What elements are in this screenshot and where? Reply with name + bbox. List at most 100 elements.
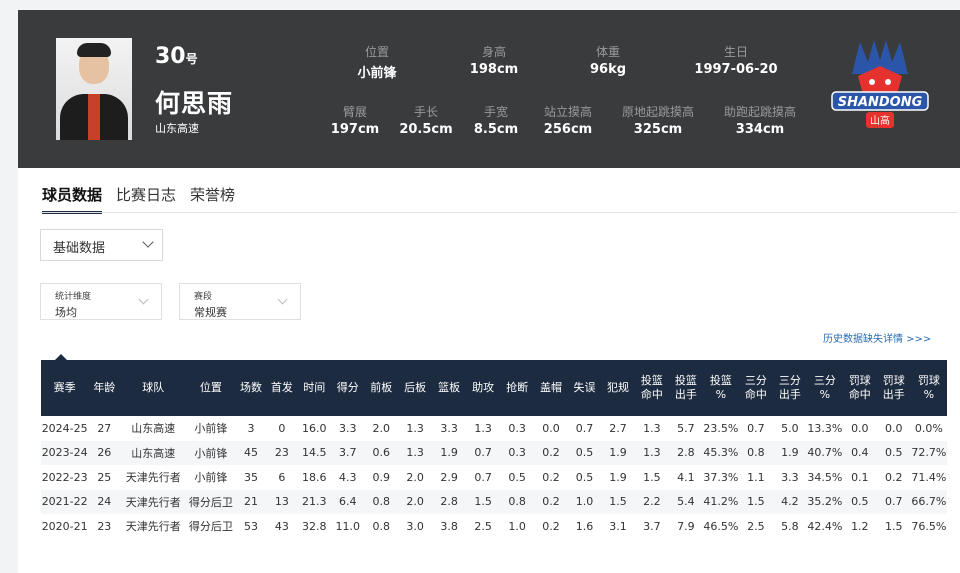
table-cell: 0.5 <box>508 470 526 484</box>
table-cell: 1.9 <box>772 440 807 465</box>
tab-divider <box>40 212 958 213</box>
table-cell: 23 <box>97 519 112 533</box>
table-cell: 14.5 <box>297 440 332 465</box>
column-header: 年龄 <box>88 360 121 416</box>
table-cell: 天津先行者 <box>125 520 181 534</box>
column-header: 时间 <box>297 360 332 416</box>
tab-bar: 球员数据 比赛日志 荣誉榜 <box>42 184 235 214</box>
table-cell: 0.0 <box>851 421 869 435</box>
table-cell: 0.2 <box>534 489 569 514</box>
table-cell: 0.3 <box>500 440 535 465</box>
table-cell: 21.3 <box>297 489 332 514</box>
column-header: 赛季 <box>41 360 89 416</box>
table-cell: 2023-24 <box>41 440 89 465</box>
table-cell: 40.7% <box>806 440 843 465</box>
table-cell: 0.5 <box>876 440 911 465</box>
table-cell: 3.1 <box>609 519 627 533</box>
table-cell: 45.3% <box>702 440 739 465</box>
player-name: 何思雨 <box>155 89 234 118</box>
table-cell: 71.4% <box>911 470 947 484</box>
table-cell: 天津先行者 <box>120 489 187 514</box>
table-cell: 0.8 <box>364 489 399 514</box>
filter-stage[interactable]: 赛段 常规赛 <box>179 283 301 320</box>
stat-birthday: 生日 1997-06-20 <box>694 45 778 77</box>
table-cell: 0.7 <box>747 421 765 435</box>
stat-hand-width: 手宽 8.5cm <box>473 105 519 137</box>
table-cell: 得分后卫 <box>188 520 233 534</box>
table-cell: 1.5 <box>738 489 773 514</box>
tab-honors[interactable]: 荣誉榜 <box>190 184 235 214</box>
table-cell: 6 <box>278 470 286 484</box>
filter-value: 场均 <box>55 306 77 319</box>
filter-stat-dimension[interactable]: 统计维度 场均 <box>40 283 162 320</box>
table-cell: 0.5 <box>568 440 601 465</box>
table-cell: 1.3 <box>634 440 669 465</box>
table-cell: 53 <box>244 519 258 533</box>
tab-player-stats[interactable]: 球员数据 <box>42 184 103 214</box>
table-cell: 66.7% <box>910 489 947 514</box>
table-cell: 72.7% <box>910 440 947 465</box>
tab-game-log[interactable]: 比赛日志 <box>116 184 176 214</box>
table-cell: 0.7 <box>575 421 594 435</box>
page: 30号 何思雨 山东高速 位置 小前锋 身高 198cm 体重 96kg 生日 1997… <box>18 0 960 573</box>
table-cell: 0.3 <box>508 421 526 435</box>
table-cell: 2022-23 <box>41 470 88 484</box>
column-header: 球队 <box>120 360 187 416</box>
column-header: 后板 <box>398 360 433 416</box>
table-cell: 0.6 <box>364 440 399 465</box>
table-cell: 13.3% <box>807 421 843 435</box>
table-cell: 0.2 <box>542 470 560 484</box>
table-cell: 3.8 <box>440 519 458 533</box>
column-header: 罚球 命中 <box>842 360 877 416</box>
history-missing-link[interactable]: 历史数据缺失详情 >>> <box>823 330 931 345</box>
table-cell: 42.4% <box>807 519 843 533</box>
filter-label: 统计维度 <box>55 292 92 302</box>
table-cell: 3.3 <box>339 421 357 435</box>
stat-hand-length: 手长 20.5cm <box>399 105 453 137</box>
table-cell: 1.5 <box>885 519 903 533</box>
table-cell: 2024-25 <box>41 421 88 435</box>
column-header: 失误 <box>568 360 601 416</box>
table-cell: 0.2 <box>885 470 903 484</box>
table-cell: 35 <box>244 470 258 484</box>
stat-height: 身高 198cm <box>469 45 519 77</box>
table-cell: 46.5% <box>703 519 739 533</box>
table-cell: 1.2 <box>851 519 869 533</box>
column-header: 罚球% <box>910 360 947 416</box>
table-cell: 6.4 <box>331 489 365 514</box>
table-cell: 0.8 <box>372 519 390 533</box>
table-cell: 1.9 <box>600 440 635 465</box>
table-cell: 2.0 <box>372 421 390 435</box>
table-cell: 7.9 <box>677 519 695 533</box>
table-cell: 1.5 <box>466 489 501 514</box>
table-cell: 2.8 <box>668 440 703 465</box>
table-cell: 2.0 <box>398 489 433 514</box>
hair <box>77 43 111 57</box>
table-cell: 3.3 <box>440 421 458 435</box>
table-cell: 5.7 <box>677 421 695 435</box>
table-cell: 76.5% <box>911 519 947 533</box>
table-cell: 41.2% <box>702 489 739 514</box>
table-cell: 0.4 <box>842 440 877 465</box>
table-cell: 1.3 <box>398 440 433 465</box>
table-cell: 小前锋 <box>194 471 228 485</box>
table-cell: 1.9 <box>609 470 627 484</box>
table-cell: 0.7 <box>876 489 911 514</box>
filter-label: 赛段 <box>194 292 213 302</box>
column-header: 罚球 出手 <box>876 360 911 416</box>
chevron-down-icon <box>142 236 154 248</box>
table-cell: 32.8 <box>302 519 327 533</box>
table-row: 2023-24 26 山东高速 小前锋 45 23 14.5 3.7 0.6 1.3 1.9 0.7 0… <box>41 440 947 465</box>
table-cell: 山东高速 <box>120 440 187 465</box>
table-cell: 2.5 <box>747 519 765 533</box>
data-type-value: 基础数据 <box>53 241 106 256</box>
table-cell: 得分后卫 <box>186 489 236 514</box>
table-cell: 24 <box>88 489 121 514</box>
column-header: 三分 命中 <box>738 360 773 416</box>
table-cell: 0.5 <box>842 489 877 514</box>
table-cell: 0.0 <box>542 421 560 435</box>
table-row: 2022-23 25 天津先行者 小前锋 35 6 18.6 4.3 0.9 2.0 2.9 0.7 0… <box>41 465 947 490</box>
player-number: 30号 <box>155 44 198 69</box>
table-cell: 2.7 <box>609 421 627 435</box>
data-type-select[interactable]: 基础数据 <box>40 229 163 261</box>
